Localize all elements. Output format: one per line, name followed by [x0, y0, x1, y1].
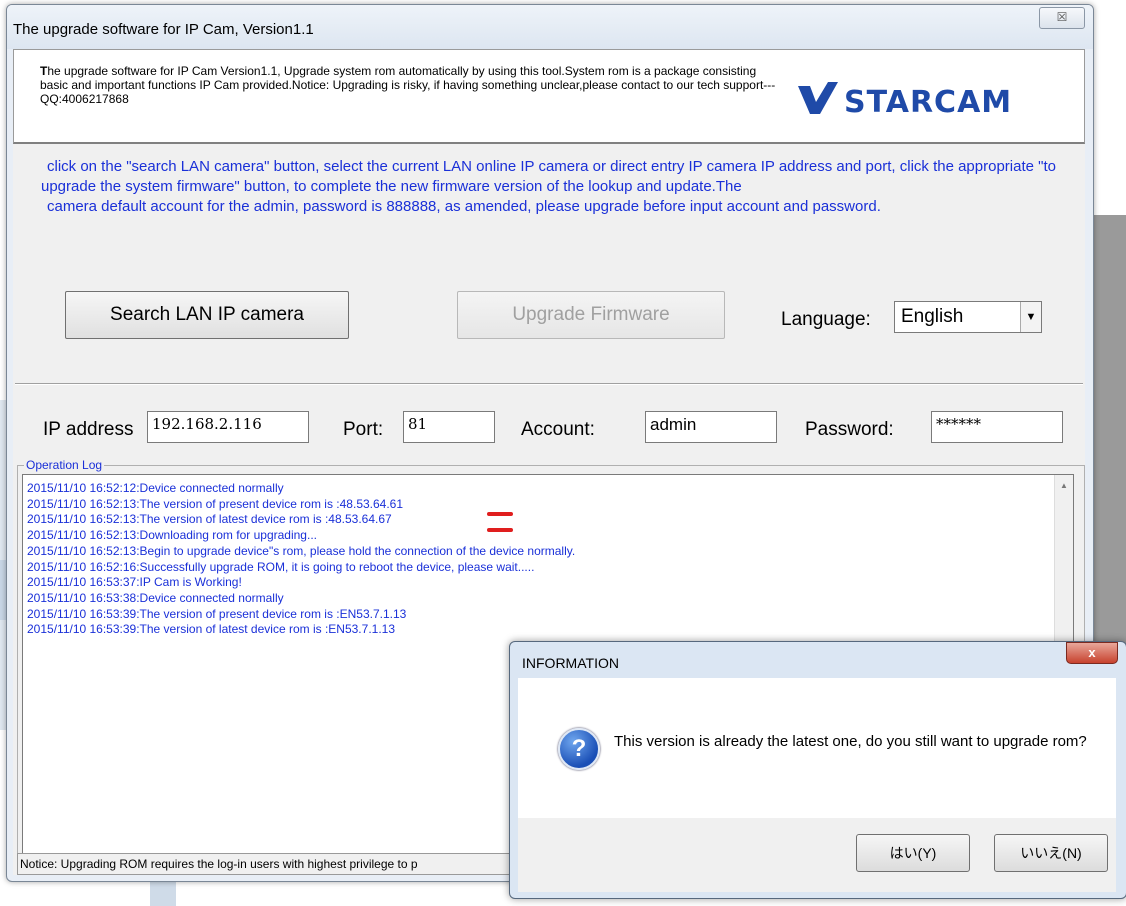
header-panel: The upgrade software for IP Cam Version1… [13, 49, 1085, 144]
dialog-close-button[interactable]: x [1066, 642, 1118, 664]
divider [15, 383, 1083, 385]
instructions-text: click on the "search LAN camera" button,… [41, 157, 1081, 217]
account-input[interactable]: admin [645, 411, 777, 443]
background-window-edge [150, 878, 176, 906]
port-label: Port: [343, 419, 384, 440]
log-line: 2015/11/10 16:53:39:The version of lates… [27, 622, 396, 637]
upgrade-firmware-button[interactable]: Upgrade Firmware [457, 291, 725, 339]
password-label: Password: [805, 419, 894, 440]
search-lan-camera-button[interactable]: Search LAN IP camera [65, 291, 349, 339]
yes-button[interactable]: はい(Y) [856, 834, 970, 872]
question-icon: ? [558, 728, 600, 770]
no-button[interactable]: いいえ(N) [994, 834, 1108, 872]
ip-address-label: IP address [43, 419, 134, 440]
title-bar: The upgrade software for IP Cam, Version… [7, 5, 1093, 49]
log-lines: 2015/11/10 16:52:12:Device connected nor… [27, 481, 575, 638]
starcam-logo: STARCAM [798, 82, 1012, 120]
ip-address-input[interactable]: 192.168.2.116 [147, 411, 309, 443]
information-dialog: INFORMATION x ? This version is already … [509, 641, 1126, 899]
log-line: 2015/11/10 16:53:39:The version of prese… [27, 606, 407, 621]
port-input[interactable]: 81 [403, 411, 495, 443]
log-line: 2015/11/10 16:52:16:Successfully upgrade… [27, 559, 535, 574]
dialog-title: INFORMATION [522, 655, 619, 671]
dropdown-arrow-icon[interactable]: ▼ [1020, 302, 1041, 332]
instruction-line-2: camera default account for the admin, pa… [47, 198, 881, 215]
operation-log-legend: Operation Log [24, 458, 105, 472]
close-button[interactable]: ☒ [1039, 7, 1085, 29]
log-line: 2015/11/10 16:52:13:Begin to upgrade dev… [27, 543, 576, 558]
logo-text: STARCAM [844, 85, 1012, 120]
scroll-up-icon[interactable]: ▲ [1060, 481, 1068, 490]
log-line: 2015/11/10 16:52:13:The version of prese… [27, 496, 404, 511]
description-text: he upgrade software for IP Cam Version1.… [40, 64, 776, 106]
instruction-line-1: click on the "search LAN camera" button,… [41, 158, 1056, 195]
log-line: 2015/11/10 16:53:37:IP Cam is Working! [27, 575, 242, 590]
language-label: Language: [781, 309, 871, 330]
log-line: 2015/11/10 16:53:38:Device connected nor… [27, 590, 284, 605]
dialog-message: This version is already the latest one, … [614, 733, 1087, 750]
language-selected-value: English [901, 306, 964, 327]
language-select[interactable]: English ▼ [894, 301, 1042, 333]
window-title: The upgrade software for IP Cam, Version… [13, 21, 314, 38]
highlight-underline [487, 512, 513, 516]
password-input[interactable]: ****** [931, 411, 1063, 443]
account-label: Account: [521, 419, 595, 440]
header-description: The upgrade software for IP Cam Version1… [40, 64, 780, 106]
starcam-v-icon [798, 82, 838, 114]
highlight-underline [487, 528, 513, 532]
log-line: 2015/11/10 16:52:12:Device connected nor… [27, 481, 284, 495]
dialog-footer: はい(Y) いいえ(N) [518, 818, 1116, 892]
dialog-body: ? This version is already the latest one… [518, 678, 1116, 818]
